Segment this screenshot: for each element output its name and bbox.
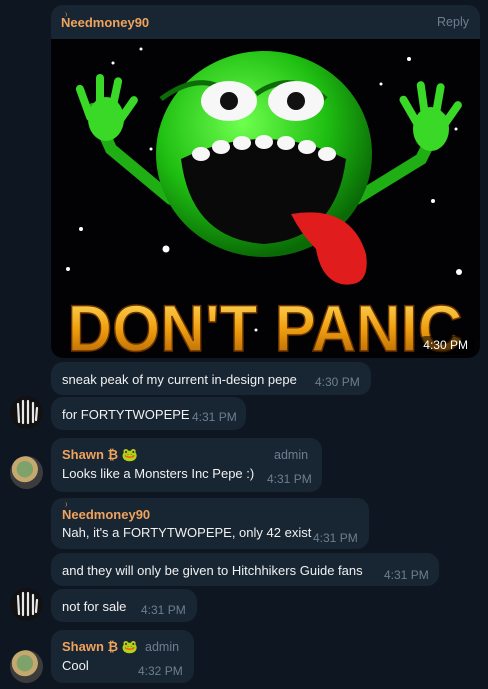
message-time: 4:31 PM (313, 531, 358, 545)
message-text: not for sale (62, 599, 127, 614)
message-bubble[interactable]: Shawn ₿ 🐸 admin Looks like a Monsters In… (51, 438, 322, 492)
message-bubble[interactable]: and they will only be given to Hitchhike… (51, 553, 439, 586)
message-text: Nah, it's a FORTYTWOPEPE, only 42 exist (62, 525, 312, 540)
admin-badge: admin (274, 448, 309, 462)
admin-badge: admin (145, 640, 180, 654)
pepe-illustration: DON'T PANIC (66, 47, 463, 358)
message-time: 4:31 PM (141, 603, 186, 617)
avatar[interactable] (10, 456, 43, 489)
sender-name[interactable]: Shawn ₿ 🐸 (62, 639, 138, 655)
reply-link[interactable]: Reply (437, 15, 469, 29)
message-text: Looks like a Monsters Inc Pepe :) (62, 466, 255, 481)
avatar[interactable] (10, 588, 43, 621)
sender-name[interactable]: Needmoney90 (62, 507, 150, 522)
message-text: Cool (62, 658, 89, 673)
message-time: 4:32 PM (138, 664, 183, 678)
skeleton-hand-icon (16, 591, 39, 617)
message-bubble[interactable]: Shawn ₿ 🐸 admin Cool 4:32 PM (51, 630, 194, 683)
message-bubble[interactable]: ⁾ Needmoney90 Nah, it's a FORTYTWOPEPE, … (51, 498, 369, 549)
message-time: 4:31 PM (267, 472, 312, 486)
sender-name[interactable]: Needmoney90 (61, 15, 149, 30)
image-timestamp: 4:30 PM (417, 336, 474, 354)
message-time: 4:31 PM (384, 568, 429, 582)
meme-image[interactable]: DON'T PANIC 4:30 PM (51, 39, 480, 358)
avatar[interactable] (10, 650, 43, 683)
message-bubble[interactable]: sneak peak of my current in-design pepe … (51, 362, 371, 395)
message-time: 4:30 PM (315, 375, 360, 389)
message-text: sneak peak of my current in-design pepe (62, 372, 297, 387)
avatar[interactable] (10, 396, 43, 429)
message-text: for FORTYTWOPEPE (62, 407, 190, 422)
message-time: 4:31 PM (192, 410, 237, 424)
message-text: and they will only be given to Hitchhike… (62, 563, 363, 578)
message-bubble[interactable]: not for sale 4:31 PM (51, 589, 197, 622)
image-message-bubble[interactable]: ⁾ Needmoney90 Reply DON'T PANIC 4:30 PM (51, 5, 480, 358)
message-bubble[interactable]: for FORTYTWOPEPE 4:31 PM (51, 397, 246, 430)
meme-caption: DON'T PANIC (68, 291, 463, 358)
sender-name[interactable]: Shawn ₿ 🐸 (62, 447, 138, 463)
skeleton-hand-icon (16, 399, 39, 425)
